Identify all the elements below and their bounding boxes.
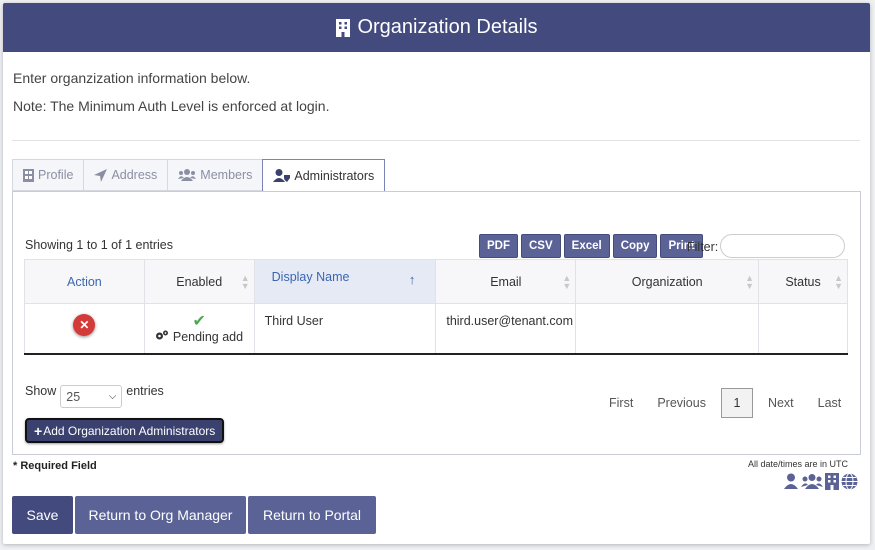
table-info: Showing 1 to 1 of 1 entries [25, 238, 174, 252]
column-header-display-name[interactable]: Display Name ↑ [253, 259, 437, 304]
building-icon [825, 473, 839, 490]
tab-profile[interactable]: Profile [12, 159, 84, 191]
export-buttons: PDF CSV Excel Copy Print [479, 234, 703, 258]
utc-note: All date/times are in UTC [748, 459, 849, 469]
administrators-table: Action Enabled ▲ ▼ Display Name ↑ Email ▲ ▼ O… [24, 259, 848, 355]
location-arrow-icon [94, 168, 108, 182]
pagination-last[interactable]: Last [806, 396, 854, 410]
action-cell: ✕ [24, 303, 145, 355]
footer-icons [783, 473, 858, 490]
pagination-previous[interactable]: Previous [645, 396, 718, 410]
excel-button[interactable]: Excel [563, 234, 610, 258]
organization-cell [575, 303, 760, 355]
auth-level-note: Note: The Minimum Auth Level is enforced… [13, 98, 330, 114]
users-icon [178, 169, 197, 181]
administrators-panel: Showing 1 to 1 of 1 entries PDF CSV Exce… [12, 191, 861, 455]
copy-button[interactable]: Copy [612, 234, 658, 258]
building-icon [336, 18, 351, 37]
tab-address[interactable]: Address [83, 159, 168, 191]
tab-members-label: Members [200, 168, 253, 182]
column-header-organization[interactable]: Organization ▲ ▼ [575, 259, 760, 304]
column-header-email[interactable]: Email ▲ ▼ [435, 259, 577, 304]
chevron-down-icon: ⌵ [108, 391, 117, 402]
csv-button[interactable]: CSV [521, 234, 561, 258]
save-button[interactable]: Save [12, 496, 73, 534]
pagination-current-page[interactable]: 1 [720, 388, 753, 418]
tab-administrators[interactable]: Administrators [262, 159, 386, 192]
sort-icon: ▲ ▼ [745, 273, 755, 291]
status-cell [758, 303, 848, 355]
length-menu-suffix: entries [126, 384, 164, 398]
return-to-portal-button[interactable]: Return to Portal [248, 496, 376, 534]
sort-icon: ▲ ▼ [834, 273, 843, 291]
add-administrators-label: Add Organization Administrators [43, 423, 216, 438]
table-row: ✕ ✔ Pending add Third User third.user@te… [24, 303, 848, 355]
enabled-status-text: Pending add [172, 330, 244, 344]
close-icon: ✕ [79, 318, 90, 332]
users-icon [801, 474, 823, 489]
display-name-cell: Third User [253, 303, 437, 355]
gears-icon [156, 330, 169, 340]
tab-profile-label: Profile [38, 168, 74, 182]
user-icon [784, 473, 798, 489]
email-cell: third.user@tenant.com [435, 303, 577, 355]
tab-address-label: Address [111, 168, 158, 182]
divider [12, 140, 860, 141]
page-header: Organization Details [3, 3, 870, 52]
column-header-enabled[interactable]: Enabled ▲ ▼ [143, 259, 255, 304]
sort-icon: ▲ ▼ [562, 273, 572, 291]
tab-members[interactable]: Members [167, 159, 263, 191]
entries-select[interactable]: 25 ⌵ [60, 385, 123, 408]
intro-text: Enter organzization information below. [13, 70, 251, 86]
globe-icon [841, 473, 858, 490]
plus-icon: + [34, 422, 43, 439]
user-shield-icon [273, 169, 291, 182]
sort-icon: ▲ ▼ [240, 273, 250, 291]
page-title: Organization Details [357, 16, 538, 38]
enabled-cell: ✔ Pending add [143, 303, 255, 355]
id-card-icon [23, 168, 34, 182]
tab-bar: Profile Address Members Administrators [12, 159, 386, 192]
column-header-status[interactable]: Status ▲ ▼ [758, 259, 848, 304]
required-field-note: * Required Field [13, 460, 97, 472]
filter-label: Filter: [687, 240, 719, 254]
organization-details-card: Organization Details Enter organzization… [3, 3, 870, 544]
delete-button[interactable]: ✕ [73, 314, 96, 336]
tab-administrators-label: Administrators [294, 168, 375, 183]
checkmark-icon: ✔ [192, 313, 206, 330]
column-header-action[interactable]: Action [24, 259, 145, 304]
pagination-next[interactable]: Next [756, 396, 806, 410]
return-to-org-manager-button[interactable]: Return to Org Manager [75, 496, 246, 534]
length-menu-prefix: Show [25, 384, 57, 398]
sort-ascending-icon: ↑ [408, 272, 416, 287]
filter-input[interactable] [720, 234, 845, 258]
pagination-first[interactable]: First [597, 396, 645, 410]
length-menu: Show 25 ⌵ entries [25, 384, 164, 408]
pagination: First Previous 1 Next Last [597, 388, 853, 418]
entries-select-value: 25 [66, 389, 81, 404]
add-administrators-button[interactable]: + Add Organization Administrators [25, 418, 225, 443]
pdf-button[interactable]: PDF [479, 234, 518, 258]
pending-status: Pending add [145, 330, 254, 344]
